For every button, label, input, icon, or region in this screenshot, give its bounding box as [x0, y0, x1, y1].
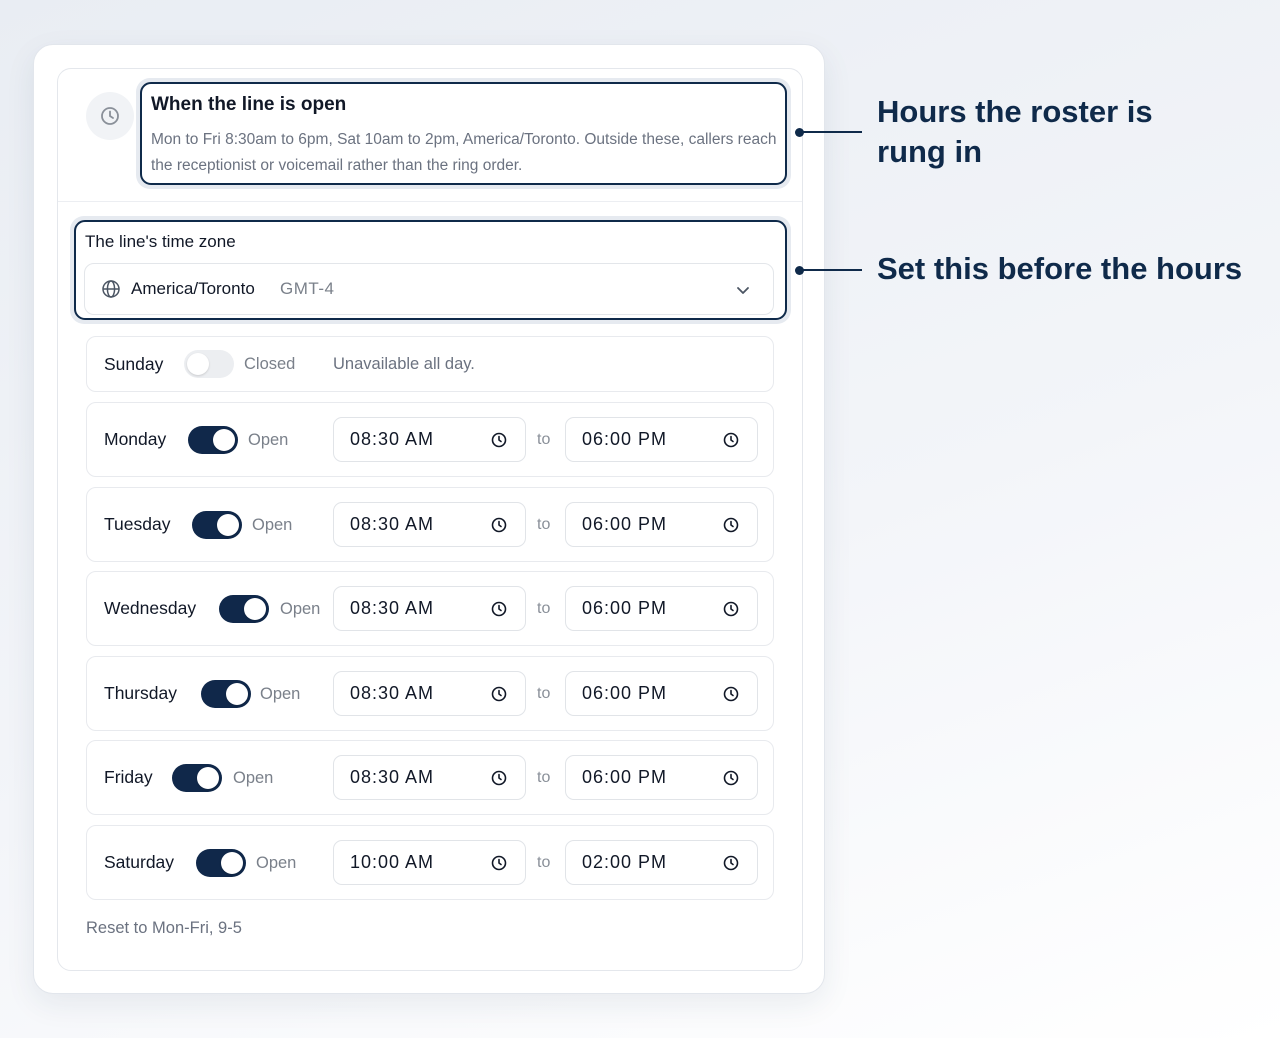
day-toggle-tuesday[interactable]: [192, 511, 242, 539]
start-time-value: 08:30 AM: [350, 598, 435, 618]
day-row-thursday: Thursday Open 08:30 AM to 06:00 PM: [86, 656, 774, 731]
callout-hours-line1: Hours the roster is: [877, 94, 1153, 129]
end-time-input[interactable]: 06:00 PM: [565, 586, 758, 631]
start-time-input[interactable]: 08:30 AM: [333, 586, 526, 631]
end-time-input[interactable]: 02:00 PM: [565, 840, 758, 885]
reset-hours-link[interactable]: Reset to Mon-Fri, 9-5: [86, 919, 242, 938]
day-state: Open: [260, 685, 301, 703]
day-row-saturday: Saturday Open 10:00 AM to 02:00 PM: [86, 825, 774, 900]
day-row-wednesday: Wednesday Open 08:30 AM to 06:00 PM: [86, 571, 774, 646]
start-time-value: 10:00 AM: [350, 852, 435, 872]
clock-icon[interactable]: [490, 854, 508, 877]
end-time-value: 06:00 PM: [582, 598, 668, 618]
start-time-value: 08:30 AM: [350, 683, 435, 703]
end-time-value: 06:00 PM: [582, 514, 668, 534]
schedule-card: When the line is open Mon to Fri 8:30am …: [57, 68, 803, 971]
end-time-input[interactable]: 06:00 PM: [565, 502, 758, 547]
schedule-panel: When the line is open Mon to Fri 8:30am …: [33, 44, 825, 994]
day-toggle-friday[interactable]: [172, 764, 222, 792]
chevron-down-icon: [735, 282, 751, 303]
header-highlight: When the line is open Mon to Fri 8:30am …: [136, 78, 791, 189]
day-state: Open: [233, 769, 274, 787]
section-header: When the line is open Mon to Fri 8:30am …: [58, 69, 802, 202]
start-time-input[interactable]: 08:30 AM: [333, 755, 526, 800]
start-time-input[interactable]: 08:30 AM: [333, 417, 526, 462]
start-time-input[interactable]: 10:00 AM: [333, 840, 526, 885]
clock-icon[interactable]: [722, 600, 740, 623]
day-row-friday: Friday Open 08:30 AM to 06:00 PM: [86, 740, 774, 815]
day-state: Open: [256, 854, 297, 872]
callout-line: [801, 269, 862, 271]
to-label: to: [537, 516, 551, 533]
callout-line: [801, 131, 862, 133]
end-time-input[interactable]: 06:00 PM: [565, 417, 758, 462]
timezone-label: The line's time zone: [85, 232, 236, 251]
end-time-value: 06:00 PM: [582, 683, 668, 703]
start-time-value: 08:30 AM: [350, 767, 435, 787]
start-time-value: 08:30 AM: [350, 429, 435, 449]
day-toggle-sunday[interactable]: [184, 350, 234, 378]
section-description: Mon to Fri 8:30am to 6pm, Sat 10am to 2p…: [151, 131, 777, 174]
day-row-sunday: Sunday Closed Unavailable all day.: [86, 336, 774, 392]
clock-icon[interactable]: [490, 685, 508, 708]
clock-icon[interactable]: [722, 431, 740, 454]
globe-icon: [101, 279, 121, 304]
callout-hours-line2: rung in: [877, 134, 983, 169]
day-state: Closed: [244, 355, 296, 373]
day-name: Sunday: [104, 354, 164, 374]
day-toggle-saturday[interactable]: [196, 849, 246, 877]
callout-hours: Hours the roster is rung in: [877, 92, 1153, 172]
day-toggle-wednesday[interactable]: [219, 595, 269, 623]
day-name: Saturday: [104, 852, 175, 872]
clock-icon[interactable]: [722, 516, 740, 539]
day-row-monday: Monday Open 08:30 AM to 06:00 PM: [86, 402, 774, 477]
to-label: to: [537, 769, 551, 786]
end-time-value: 02:00 PM: [582, 852, 668, 872]
to-label: to: [537, 431, 551, 448]
timezone-offset: GMT-4: [280, 279, 335, 298]
timezone-value: America/Toronto: [131, 279, 255, 298]
day-name: Tuesday: [104, 514, 171, 534]
clock-icon[interactable]: [490, 516, 508, 539]
day-name: Wednesday: [104, 598, 197, 618]
to-label: to: [537, 600, 551, 617]
callout-timezone: Set this before the hours: [877, 251, 1243, 286]
section-title: When the line is open: [151, 94, 347, 115]
day-toggle-monday[interactable]: [188, 426, 238, 454]
day-row-tuesday: Tuesday Open 08:30 AM to 06:00 PM: [86, 487, 774, 562]
clock-icon: [86, 92, 134, 140]
clock-icon[interactable]: [490, 431, 508, 454]
clock-icon[interactable]: [490, 769, 508, 792]
timezone-select[interactable]: America/Toronto GMT-4: [84, 263, 774, 315]
timezone-highlight: The line's time zone America/Toronto GMT…: [70, 216, 791, 324]
day-state: Open: [280, 600, 321, 618]
start-time-input[interactable]: 08:30 AM: [333, 502, 526, 547]
end-time-value: 06:00 PM: [582, 429, 668, 449]
to-label: to: [537, 685, 551, 702]
clock-icon[interactable]: [722, 769, 740, 792]
end-time-input[interactable]: 06:00 PM: [565, 671, 758, 716]
day-note: Unavailable all day.: [333, 355, 475, 373]
day-toggle-thursday[interactable]: [201, 680, 251, 708]
clock-icon[interactable]: [490, 600, 508, 623]
start-time-value: 08:30 AM: [350, 514, 435, 534]
day-name: Thursday: [104, 683, 177, 703]
to-label: to: [537, 854, 551, 871]
end-time-value: 06:00 PM: [582, 767, 668, 787]
day-name: Monday: [104, 429, 167, 449]
day-state: Open: [248, 431, 289, 449]
clock-icon[interactable]: [722, 685, 740, 708]
day-state: Open: [252, 516, 293, 534]
end-time-input[interactable]: 06:00 PM: [565, 755, 758, 800]
start-time-input[interactable]: 08:30 AM: [333, 671, 526, 716]
clock-icon[interactable]: [722, 854, 740, 877]
day-name: Friday: [104, 767, 153, 787]
